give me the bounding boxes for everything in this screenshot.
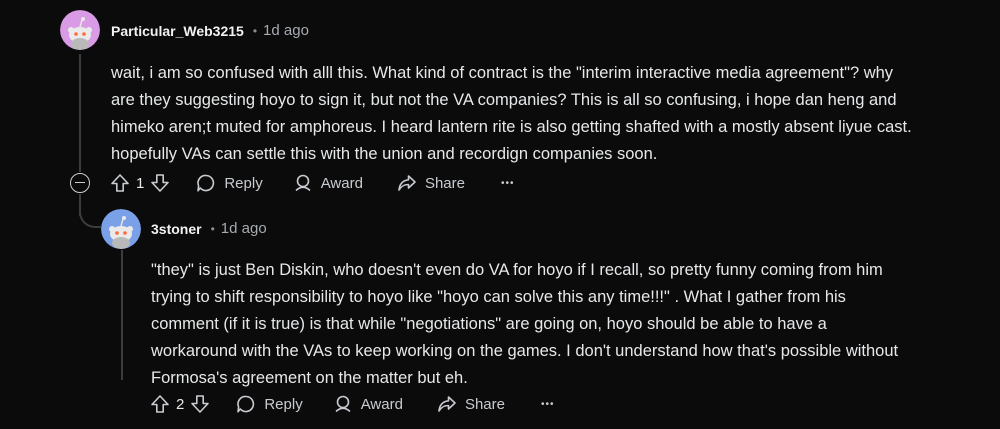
reply-button[interactable]: Reply xyxy=(236,394,303,414)
comment-meta: 3stoner • 1d ago xyxy=(151,220,267,237)
award-button[interactable]: Award xyxy=(293,173,363,193)
downvote-button[interactable] xyxy=(150,173,170,193)
comment-actions: 1 Reply Award Share ••• xyxy=(110,169,515,197)
downvote-icon xyxy=(151,174,170,192)
comment-bubble-icon xyxy=(237,395,255,413)
timestamp[interactable]: 1d ago xyxy=(263,22,309,39)
thread-line-curve xyxy=(79,206,101,228)
comment-bubble-icon xyxy=(197,174,215,192)
reply-label: Reply xyxy=(224,174,263,192)
downvote-button[interactable] xyxy=(190,394,210,414)
award-label: Award xyxy=(360,395,403,413)
upvote-button[interactable] xyxy=(150,394,170,414)
award-button[interactable]: Award xyxy=(333,394,403,414)
share-label: Share xyxy=(464,395,505,413)
reply-label: Reply xyxy=(264,395,303,413)
comment-actions: 2 Reply Award Share ••• xyxy=(150,390,555,418)
vote-count: 2 xyxy=(176,395,185,413)
award-label: Award xyxy=(320,174,363,192)
comment-line: himeko aren;t muted for amphoreus. I hea… xyxy=(111,118,912,136)
username[interactable]: Particular_Web3215 xyxy=(111,23,244,39)
comment-line: trying to shift responsibility to hoyo l… xyxy=(151,288,846,306)
comment-line: are they suggesting hoyo to sign it, but… xyxy=(111,91,897,109)
separator-dot: • xyxy=(210,221,215,236)
username[interactable]: 3stoner xyxy=(151,221,202,237)
upvote-icon xyxy=(151,395,169,413)
comment-meta: Particular_Web3215 • 1d ago xyxy=(111,22,309,39)
more-icon: ••• xyxy=(540,398,555,410)
comment-body: wait, i am so confused with alll this. W… xyxy=(111,60,991,168)
award-icon xyxy=(295,174,311,192)
comment-line: hopefully VAs can settle this with the u… xyxy=(111,145,658,163)
upvote-icon xyxy=(111,174,129,192)
share-label: Share xyxy=(424,174,465,192)
comment-line: workaround with the VAs to keep working … xyxy=(151,342,899,360)
share-icon xyxy=(438,396,456,412)
more-options-button[interactable]: ••• xyxy=(541,399,555,410)
upvote-button[interactable] xyxy=(110,173,130,193)
more-icon: ••• xyxy=(500,177,515,189)
more-options-button[interactable]: ••• xyxy=(501,178,515,189)
comment-line: wait, i am so confused with alll this. W… xyxy=(111,64,894,82)
avatar[interactable] xyxy=(101,209,141,249)
timestamp[interactable]: 1d ago xyxy=(221,220,267,237)
downvote-icon xyxy=(191,395,210,413)
thread-line xyxy=(121,250,123,380)
collapse-thread-button[interactable] xyxy=(70,173,90,193)
thread-line xyxy=(79,54,81,172)
comment-line: Formosa's agreement on the matter but eh… xyxy=(151,369,468,387)
comment-line: comment (if it is true) is that while "n… xyxy=(151,315,827,333)
avatar[interactable] xyxy=(60,10,100,50)
vote-count: 1 xyxy=(136,174,145,192)
comment-line: "they" is just Ben Diskin, who doesn't e… xyxy=(151,261,883,279)
separator-dot: • xyxy=(252,23,258,38)
reply-button[interactable]: Reply xyxy=(196,173,263,193)
award-icon xyxy=(335,395,351,413)
share-button[interactable]: Share xyxy=(397,173,465,193)
share-button[interactable]: Share xyxy=(437,394,505,414)
comment-body: "they" is just Ben Diskin, who doesn't e… xyxy=(151,257,991,392)
share-icon xyxy=(398,175,416,191)
